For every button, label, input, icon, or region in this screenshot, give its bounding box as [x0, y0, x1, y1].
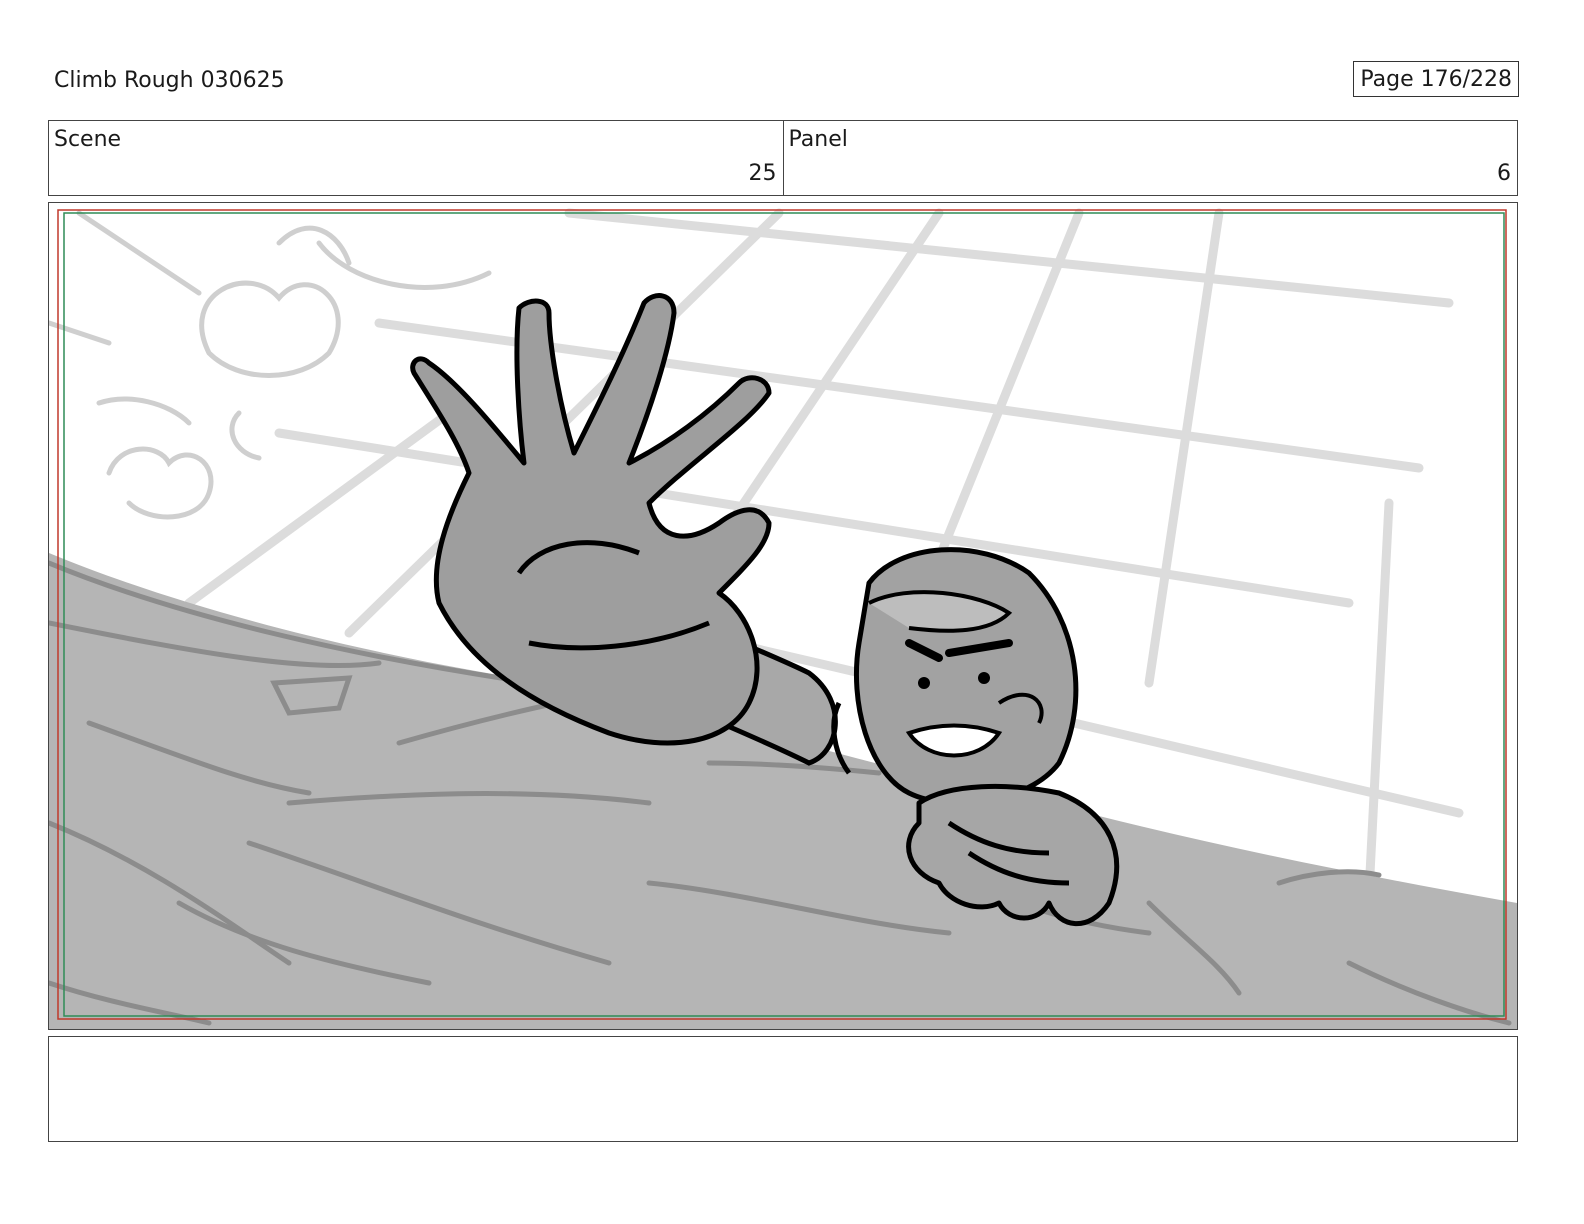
scene-label: Scene [54, 127, 122, 152]
scene-panel-table: Scene 25 Panel 6 [48, 120, 1518, 196]
document-title: Climb Rough 030625 [54, 68, 285, 93]
panel-notes-box[interactable] [48, 1036, 1518, 1142]
storyboard-panel [48, 202, 1518, 1030]
panel-cell: Panel 6 [782, 121, 1518, 195]
rock-ledge [49, 553, 1517, 1029]
panel-number: 6 [1497, 161, 1511, 186]
panel-label: Panel [788, 127, 848, 152]
scene-number: 25 [748, 161, 777, 186]
storyboard-sketch [49, 208, 1517, 1029]
page-number: Page 176/228 [1353, 61, 1519, 97]
scene-cell: Scene 25 [49, 121, 783, 195]
